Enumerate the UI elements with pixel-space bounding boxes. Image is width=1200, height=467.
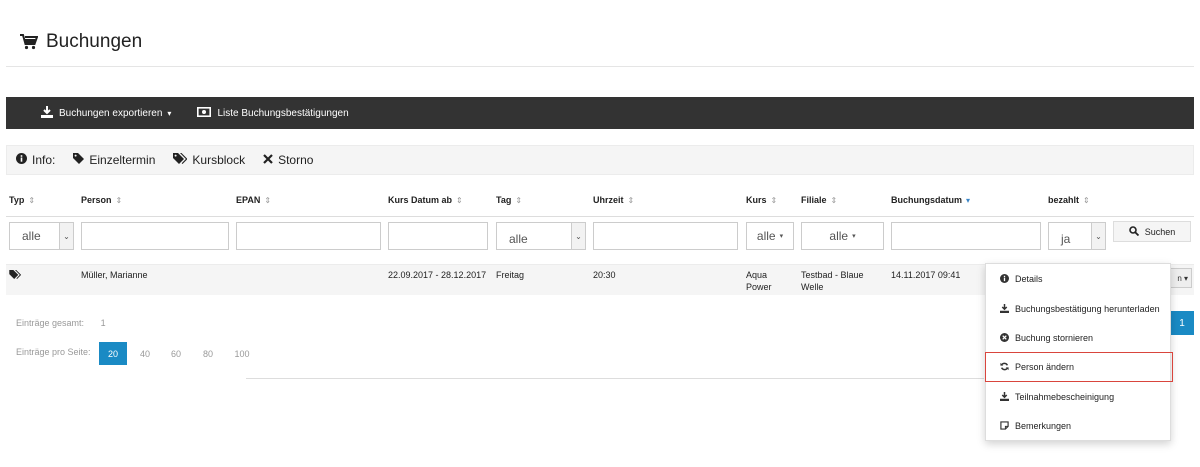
column-header-kurs[interactable]: Kurs ⇕: [746, 195, 777, 205]
sort-icon: ⇕: [830, 196, 838, 205]
column-header-typ[interactable]: Typ ⇕: [9, 195, 35, 205]
filter-typ-select[interactable]: alle ⌄: [9, 222, 74, 250]
note-icon: [1000, 420, 1015, 432]
column-header-uhrzeit[interactable]: Uhrzeit ⇕: [593, 195, 634, 205]
title-divider: [6, 66, 1194, 67]
chevron-down-icon: ▾: [167, 108, 172, 118]
chevron-down-icon: ⌄: [59, 223, 73, 249]
tags-icon: [173, 153, 192, 167]
filter-filiale-select[interactable]: alle ▾: [801, 222, 884, 250]
legend-kursblock: Kursblock: [173, 153, 245, 167]
filter-bezahlt-select[interactable]: ja ⌄: [1048, 222, 1106, 250]
pagination-divider: [246, 378, 984, 379]
info-circle-icon: [1000, 273, 1015, 285]
column-header-filiale[interactable]: Filiale ⇕: [801, 195, 837, 205]
search-button[interactable]: Suchen: [1113, 221, 1191, 242]
row-actions-menu: Details Buchungsbestätigung herunterlade…: [985, 263, 1173, 441]
sort-icon: ⇕: [627, 196, 635, 205]
toolbar: Buchungen exportieren ▾ Liste Buchungsbe…: [6, 97, 1194, 129]
page-title-text: Buchungen: [46, 31, 143, 52]
filter-epan-input[interactable]: [236, 222, 381, 250]
menu-item-change-person[interactable]: Person ändern: [985, 352, 1173, 382]
legend-storno: Storno: [263, 153, 313, 167]
download-icon: [41, 105, 59, 121]
info-circle-icon: [16, 153, 32, 167]
shopping-cart-icon: [20, 34, 38, 50]
per-page-80[interactable]: 80: [196, 342, 220, 365]
legend-einzeltermin: Einzeltermin: [73, 153, 155, 167]
info-legend: Info: Einzeltermin Kursblock Storno: [6, 145, 1194, 175]
refresh-icon: [1000, 362, 1015, 373]
sort-icon: ⇕: [28, 196, 36, 205]
filter-kurs-datum-input[interactable]: [388, 222, 488, 250]
row-buchungsdatum: 14.11.2017 09:41: [891, 270, 961, 280]
column-header-epan[interactable]: EPAN ⇕: [236, 195, 271, 205]
filter-buchungsdatum-input[interactable]: [891, 222, 1041, 250]
download-icon: [1000, 303, 1015, 315]
info-label: Info:: [16, 153, 55, 167]
column-header-person[interactable]: Person ⇕: [81, 195, 122, 205]
per-page-20[interactable]: 20: [99, 342, 127, 365]
column-header-buchungsdatum[interactable]: Buchungsdatum ▾: [891, 195, 970, 205]
filter-person-input[interactable]: [81, 222, 229, 250]
booking-confirmations-list-button[interactable]: Liste Buchungsbestätigungen: [197, 106, 349, 120]
sort-icon: ⇕: [515, 196, 523, 205]
sort-desc-icon: ▾: [966, 196, 971, 205]
column-header-bezahlt[interactable]: bezahlt ⇕: [1048, 195, 1090, 205]
per-page-100[interactable]: 100: [228, 342, 256, 365]
chevron-down-icon: ⌄: [1091, 223, 1105, 249]
per-page-60[interactable]: 60: [164, 342, 188, 365]
page-1-button[interactable]: 1: [1170, 311, 1194, 335]
menu-item-download-confirmation[interactable]: Buchungsbestätigung herunterladen: [986, 294, 1172, 324]
sort-icon: ⇕: [770, 196, 778, 205]
times-icon: [263, 153, 278, 167]
sort-icon: ⇕: [456, 196, 463, 205]
filter-kurs-select[interactable]: alle ▾: [746, 222, 794, 250]
header-divider: [6, 216, 1194, 217]
row-type-kursblock-icon: [9, 270, 22, 282]
row-tag: Freitag: [496, 270, 525, 280]
filter-uhrzeit-input[interactable]: [593, 222, 738, 250]
sort-icon: ⇕: [264, 196, 272, 205]
search-icon: [1128, 225, 1145, 238]
times-circle-icon: [1000, 332, 1015, 344]
total-entries: Einträge gesamt: 1: [16, 318, 106, 328]
caret-down-icon: ▾: [852, 233, 856, 240]
menu-item-details[interactable]: Details: [986, 264, 1172, 294]
filter-tag-select[interactable]: alle ⌄: [496, 222, 586, 250]
row-filiale: Testbad - Blaue Welle: [801, 270, 864, 292]
row-uhrzeit: 20:30: [593, 270, 616, 280]
caret-down-icon: ▾: [779, 233, 784, 240]
chevron-down-icon: ⌄: [571, 223, 585, 249]
column-header-kurs-datum[interactable]: Kurs Datum ab ⇕: [388, 195, 463, 205]
column-header-tag[interactable]: Tag ⇕: [496, 195, 522, 205]
menu-item-participation-certificate[interactable]: Teilnahmebescheinigung: [986, 382, 1172, 412]
export-bookings-label: Buchungen exportieren: [59, 107, 163, 119]
row-kurs: Aqua Power: [746, 270, 772, 292]
row-person: Müller, Marianne: [81, 270, 148, 280]
money-icon: [197, 106, 217, 120]
booking-confirmations-list-label: Liste Buchungsbestätigungen: [217, 107, 349, 119]
tag-icon: [73, 153, 89, 167]
sort-icon: ⇕: [115, 196, 123, 205]
download-icon: [1000, 391, 1015, 403]
export-bookings-button[interactable]: Buchungen exportieren ▾: [41, 105, 172, 121]
menu-item-cancel-booking[interactable]: Buchung stornieren: [986, 323, 1172, 353]
page-title: Buchungen: [20, 30, 142, 54]
menu-item-remarks[interactable]: Bemerkungen: [986, 411, 1172, 441]
row-kurs-datum: 22.09.2017 - 28.12.2017: [388, 270, 487, 280]
sort-icon: ⇕: [1083, 196, 1090, 205]
per-page-40[interactable]: 40: [133, 342, 157, 365]
per-page-label: Einträge pro Seite:: [16, 347, 91, 357]
